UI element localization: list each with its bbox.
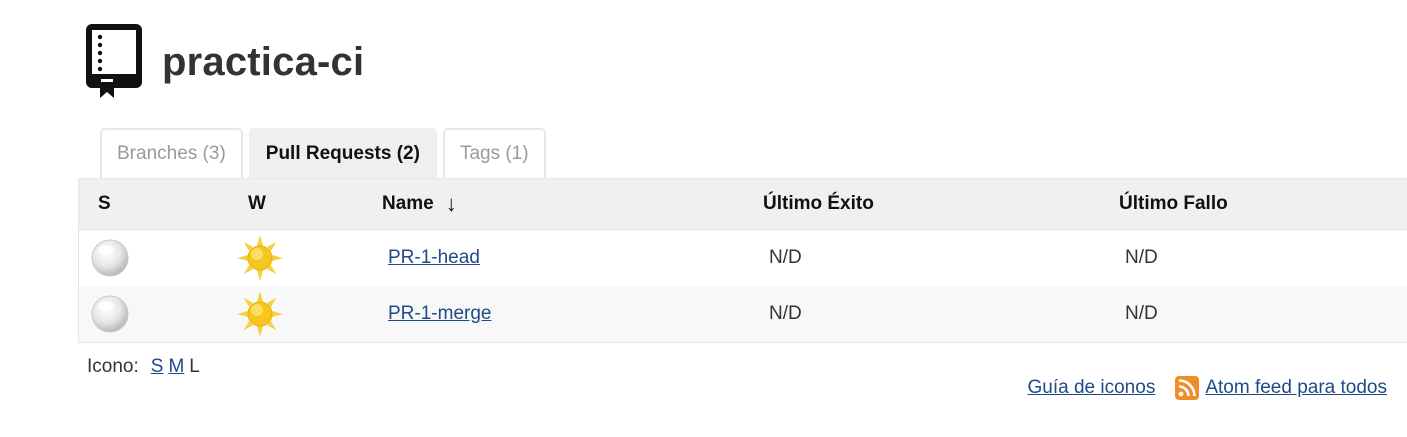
weather-cell (236, 230, 284, 286)
status-cell (90, 286, 130, 342)
tab-tags[interactable]: Tags (1) (442, 128, 546, 178)
column-header-status[interactable]: S (98, 179, 111, 229)
last-failure-cell: N/D (1125, 247, 1158, 268)
column-header-last-failure[interactable]: Último Fallo (1119, 179, 1228, 229)
column-header-name-label: Name (382, 193, 434, 214)
column-header-last-success[interactable]: Último Éxito (763, 179, 874, 229)
table-row: PR-1-head N/D N/D (79, 230, 1407, 286)
not-built-ball-icon (91, 295, 129, 333)
icon-size-large-current: L (189, 356, 200, 377)
name-cell: PR-1-head (388, 230, 480, 286)
sunny-weather-icon (237, 291, 283, 337)
page: practica-ci Branches (3) Pull Requests (… (0, 0, 1407, 437)
footer-links: Guía de iconos Atom feed para todos (1028, 376, 1387, 400)
status-cell (90, 230, 130, 286)
name-cell: PR-1-merge (388, 286, 491, 342)
atom-feed-link[interactable]: Atom feed para todos (1205, 377, 1387, 399)
job-link[interactable]: PR-1-head (388, 247, 480, 269)
not-built-ball-icon (91, 239, 129, 277)
sunny-weather-icon (237, 235, 283, 281)
tab-branches[interactable]: Branches (3) (100, 128, 243, 178)
last-success-cell: N/D (769, 303, 802, 324)
tab-pull-requests[interactable]: Pull Requests (2) (248, 128, 437, 178)
weather-cell (236, 286, 284, 342)
rss-feed-icon[interactable] (1175, 376, 1200, 400)
column-header-weather[interactable]: W (248, 179, 266, 229)
table-header: S W Name ↓ Último Éxito Último Fallo (79, 179, 1407, 230)
icon-size-selector: Icono: S M L (87, 356, 200, 378)
icon-size-label: Icono: (87, 356, 139, 377)
repository-book-icon (86, 24, 142, 98)
sort-arrow-icon: ↓ (445, 191, 457, 216)
projects-table: S W Name ↓ Último Éxito Último Fallo PR-… (78, 178, 1407, 343)
job-link[interactable]: PR-1-merge (388, 303, 491, 325)
icon-legend-link[interactable]: Guía de iconos (1028, 377, 1156, 399)
column-header-name[interactable]: Name ↓ (382, 179, 457, 229)
last-failure-cell: N/D (1125, 303, 1158, 324)
icon-size-medium-link[interactable]: M (168, 356, 184, 378)
table-row: PR-1-merge N/D N/D (79, 286, 1407, 342)
icon-size-small-link[interactable]: S (151, 356, 164, 378)
page-title: practica-ci (162, 40, 365, 84)
page-header: practica-ci (86, 24, 364, 100)
tab-bar: Branches (3) Pull Requests (2) Tags (1) (100, 128, 546, 178)
last-success-cell: N/D (769, 247, 802, 268)
